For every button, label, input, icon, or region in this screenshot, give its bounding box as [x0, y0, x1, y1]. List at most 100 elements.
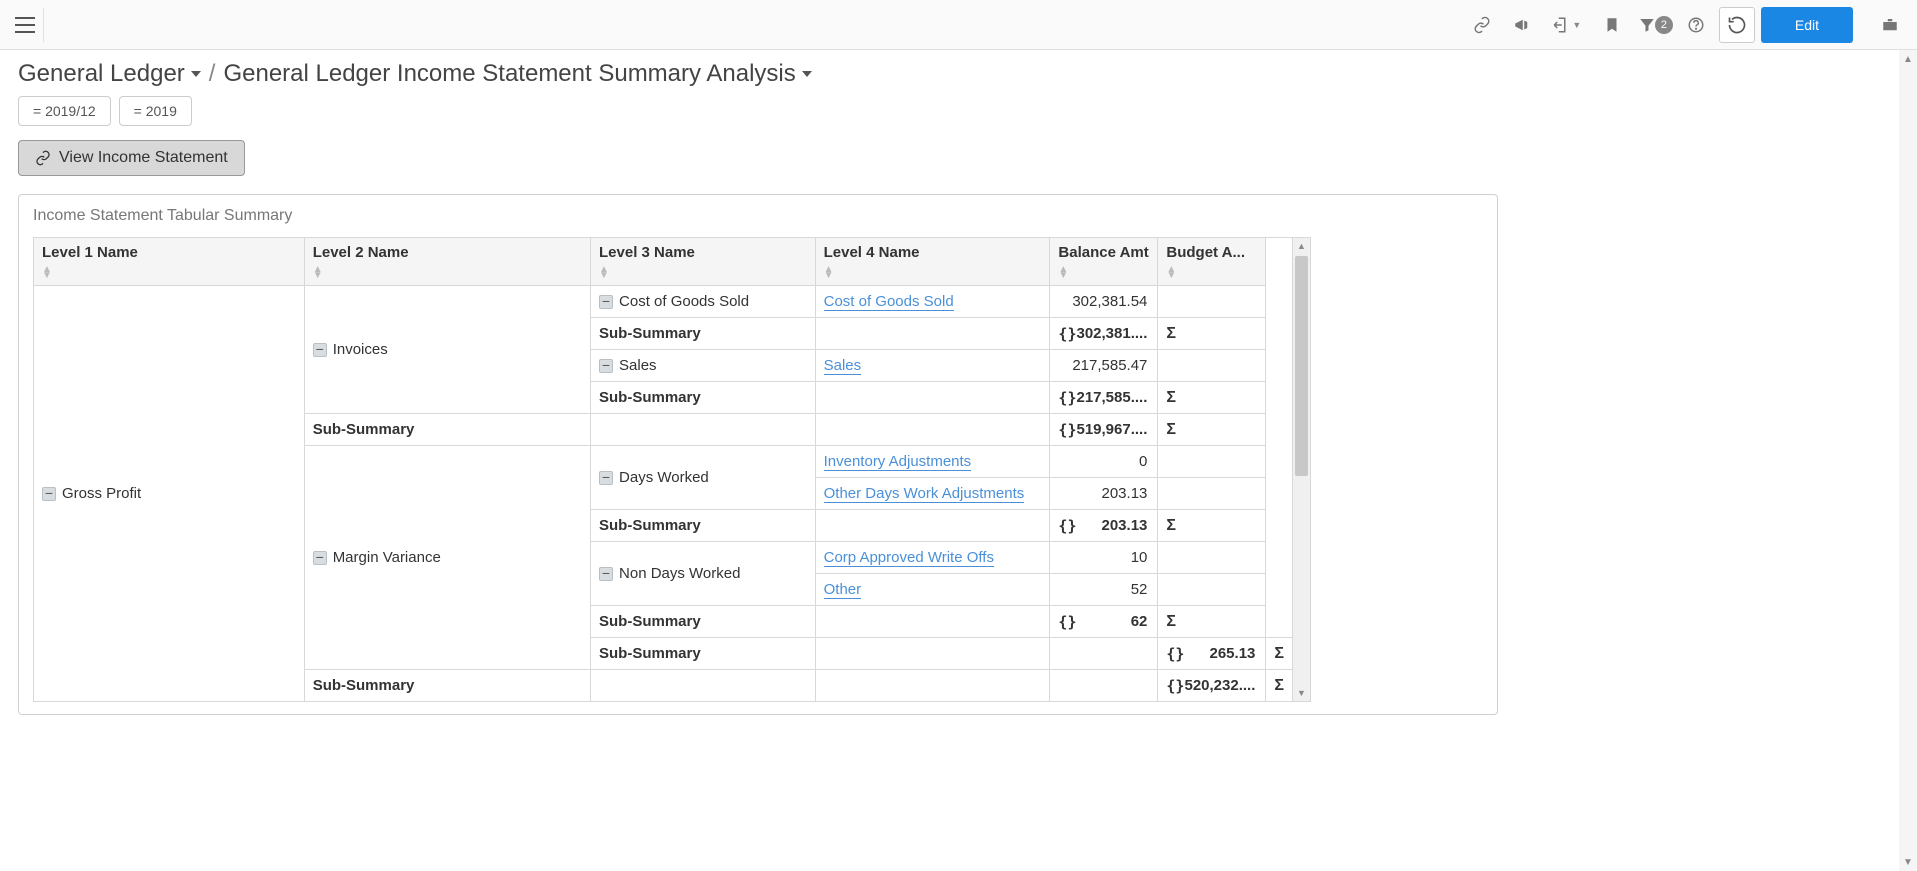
sigma-icon: Σ	[1166, 421, 1176, 438]
sub-summary-label: Sub-Summary	[591, 638, 816, 670]
cell-balance: 217,585....	[1076, 389, 1147, 406]
sub-summary-label: Sub-Summary	[304, 414, 590, 446]
filter-chip-year[interactable]: = 2019	[119, 96, 192, 126]
panel-title: Income Statement Tabular Summary	[33, 207, 1483, 225]
sub-summary-label: Sub-Summary	[591, 382, 816, 414]
sigma-icon: Σ	[1274, 677, 1284, 694]
summary-table: Level 1 Name▲▼ Level 2 Name▲▼ Level 3 Na…	[33, 237, 1293, 702]
braces-icon: {}	[1166, 677, 1184, 695]
page-scrollbar[interactable]: ▲ ▼	[1899, 50, 1917, 871]
link-other-days[interactable]: Other Days Work Adjustments	[824, 485, 1025, 503]
braces-icon: {}	[1166, 645, 1184, 663]
link-corp-writeoffs[interactable]: Corp Approved Write Offs	[824, 549, 994, 567]
filter-icon[interactable]: 2	[1635, 8, 1673, 42]
table-header-row: Level 1 Name▲▼ Level 2 Name▲▼ Level 3 Na…	[34, 238, 1293, 286]
breadcrumb: General Ledger / General Ledger Income S…	[18, 60, 1899, 88]
link-sales[interactable]: Sales	[824, 357, 862, 375]
sort-icon[interactable]: ▲▼	[1166, 267, 1257, 279]
sort-icon[interactable]: ▲▼	[599, 267, 807, 279]
cell-level3: Cost of Goods Sold	[619, 293, 749, 310]
collapse-icon[interactable]	[313, 343, 327, 357]
col-header-level1[interactable]: Level 1 Name▲▼	[34, 238, 305, 286]
summary-panel: Income Statement Tabular Summary Level 1…	[18, 194, 1498, 715]
cell-level3: Non Days Worked	[619, 565, 740, 582]
collapse-icon[interactable]	[42, 487, 56, 501]
braces-icon: {}	[1058, 517, 1076, 535]
col-header-level3[interactable]: Level 3 Name▲▼	[591, 238, 816, 286]
collapse-icon[interactable]	[599, 295, 613, 309]
cell-balance: 519,967....	[1076, 421, 1147, 438]
col-header-level4[interactable]: Level 4 Name▲▼	[815, 238, 1050, 286]
braces-icon: {}	[1058, 421, 1076, 439]
sort-icon[interactable]: ▲▼	[42, 267, 296, 279]
col-header-budget[interactable]: Budget A...▲▼	[1158, 238, 1266, 286]
breadcrumb-root[interactable]: General Ledger	[18, 60, 201, 88]
cell-level1: Gross Profit	[62, 485, 141, 502]
help-icon[interactable]	[1679, 8, 1713, 42]
sub-summary-label: Sub-Summary	[591, 318, 816, 350]
cell-balance: 0	[1050, 446, 1158, 478]
cell-level3: Sales	[619, 357, 657, 374]
cell-balance: 10	[1050, 542, 1158, 574]
caret-down-icon	[191, 71, 201, 77]
sigma-icon: Σ	[1166, 325, 1176, 342]
link-other[interactable]: Other	[824, 581, 862, 599]
edit-button[interactable]: Edit	[1761, 7, 1853, 43]
announce-icon[interactable]	[1505, 8, 1539, 42]
collapse-icon[interactable]	[599, 471, 613, 485]
hamburger-menu-icon[interactable]	[10, 8, 44, 42]
cell-level3: Days Worked	[619, 469, 709, 486]
sigma-icon: Σ	[1166, 613, 1176, 630]
sub-summary-label: Sub-Summary	[591, 606, 816, 638]
sort-icon[interactable]: ▲▼	[1058, 267, 1149, 279]
link-icon	[35, 150, 51, 166]
cell-level2: Invoices	[333, 341, 388, 358]
cell-level2: Margin Variance	[333, 549, 441, 566]
sigma-icon: Σ	[1166, 389, 1176, 406]
sort-icon[interactable]: ▲▼	[313, 267, 582, 279]
filter-count-badge: 2	[1655, 16, 1673, 34]
scroll-down-icon[interactable]: ▼	[1293, 685, 1310, 701]
breadcrumb-current[interactable]: General Ledger Income Statement Summary …	[223, 60, 811, 88]
view-button-label: View Income Statement	[59, 149, 228, 167]
braces-icon: {}	[1058, 613, 1076, 631]
col-header-level2[interactable]: Level 2 Name▲▼	[304, 238, 590, 286]
briefcase-icon[interactable]	[1873, 8, 1907, 42]
view-income-statement-button[interactable]: View Income Statement	[18, 140, 245, 176]
bookmark-icon[interactable]	[1595, 8, 1629, 42]
sub-summary-label: Sub-Summary	[304, 670, 590, 702]
cell-balance: 203.13	[1076, 517, 1147, 534]
caret-down-icon	[802, 71, 812, 77]
link-inventory-adjustments[interactable]: Inventory Adjustments	[824, 453, 972, 471]
sub-summary-label: Sub-Summary	[591, 510, 816, 542]
braces-icon: {}	[1058, 389, 1076, 407]
collapse-icon[interactable]	[313, 551, 327, 565]
export-icon[interactable]: ▼	[1545, 8, 1589, 42]
cell-balance: 203.13	[1050, 478, 1158, 510]
link-icon[interactable]	[1465, 8, 1499, 42]
scroll-up-icon[interactable]: ▲	[1293, 238, 1310, 254]
table-scrollbar[interactable]: ▲ ▼	[1293, 237, 1311, 702]
breadcrumb-root-label: General Ledger	[18, 60, 185, 88]
breadcrumb-separator: /	[209, 60, 216, 88]
filter-chip-period[interactable]: = 2019/12	[18, 96, 111, 126]
filters-row: = 2019/12 = 2019	[18, 96, 1899, 126]
cell-balance: 217,585.47	[1050, 350, 1158, 382]
collapse-icon[interactable]	[599, 567, 613, 581]
scroll-thumb[interactable]	[1295, 256, 1308, 476]
scroll-down-icon[interactable]: ▼	[1899, 853, 1917, 871]
scroll-up-icon[interactable]: ▲	[1899, 50, 1917, 68]
cell-balance: 62	[1076, 613, 1147, 630]
cell-balance: 302,381....	[1076, 325, 1147, 342]
sort-icon[interactable]: ▲▼	[824, 267, 1042, 279]
table-row: Gross Profit Invoices Cost of Goods Sold…	[34, 286, 1293, 318]
cell-balance: 520,232....	[1184, 677, 1255, 694]
cell-balance: 52	[1050, 574, 1158, 606]
cell-balance: 302,381.54	[1050, 286, 1158, 318]
history-button[interactable]	[1719, 7, 1755, 43]
top-toolbar: ▼ 2 Edit	[0, 0, 1917, 50]
link-cogs[interactable]: Cost of Goods Sold	[824, 293, 954, 311]
sigma-icon: Σ	[1166, 517, 1176, 534]
collapse-icon[interactable]	[599, 359, 613, 373]
col-header-balance[interactable]: Balance Amt▲▼	[1050, 238, 1158, 286]
